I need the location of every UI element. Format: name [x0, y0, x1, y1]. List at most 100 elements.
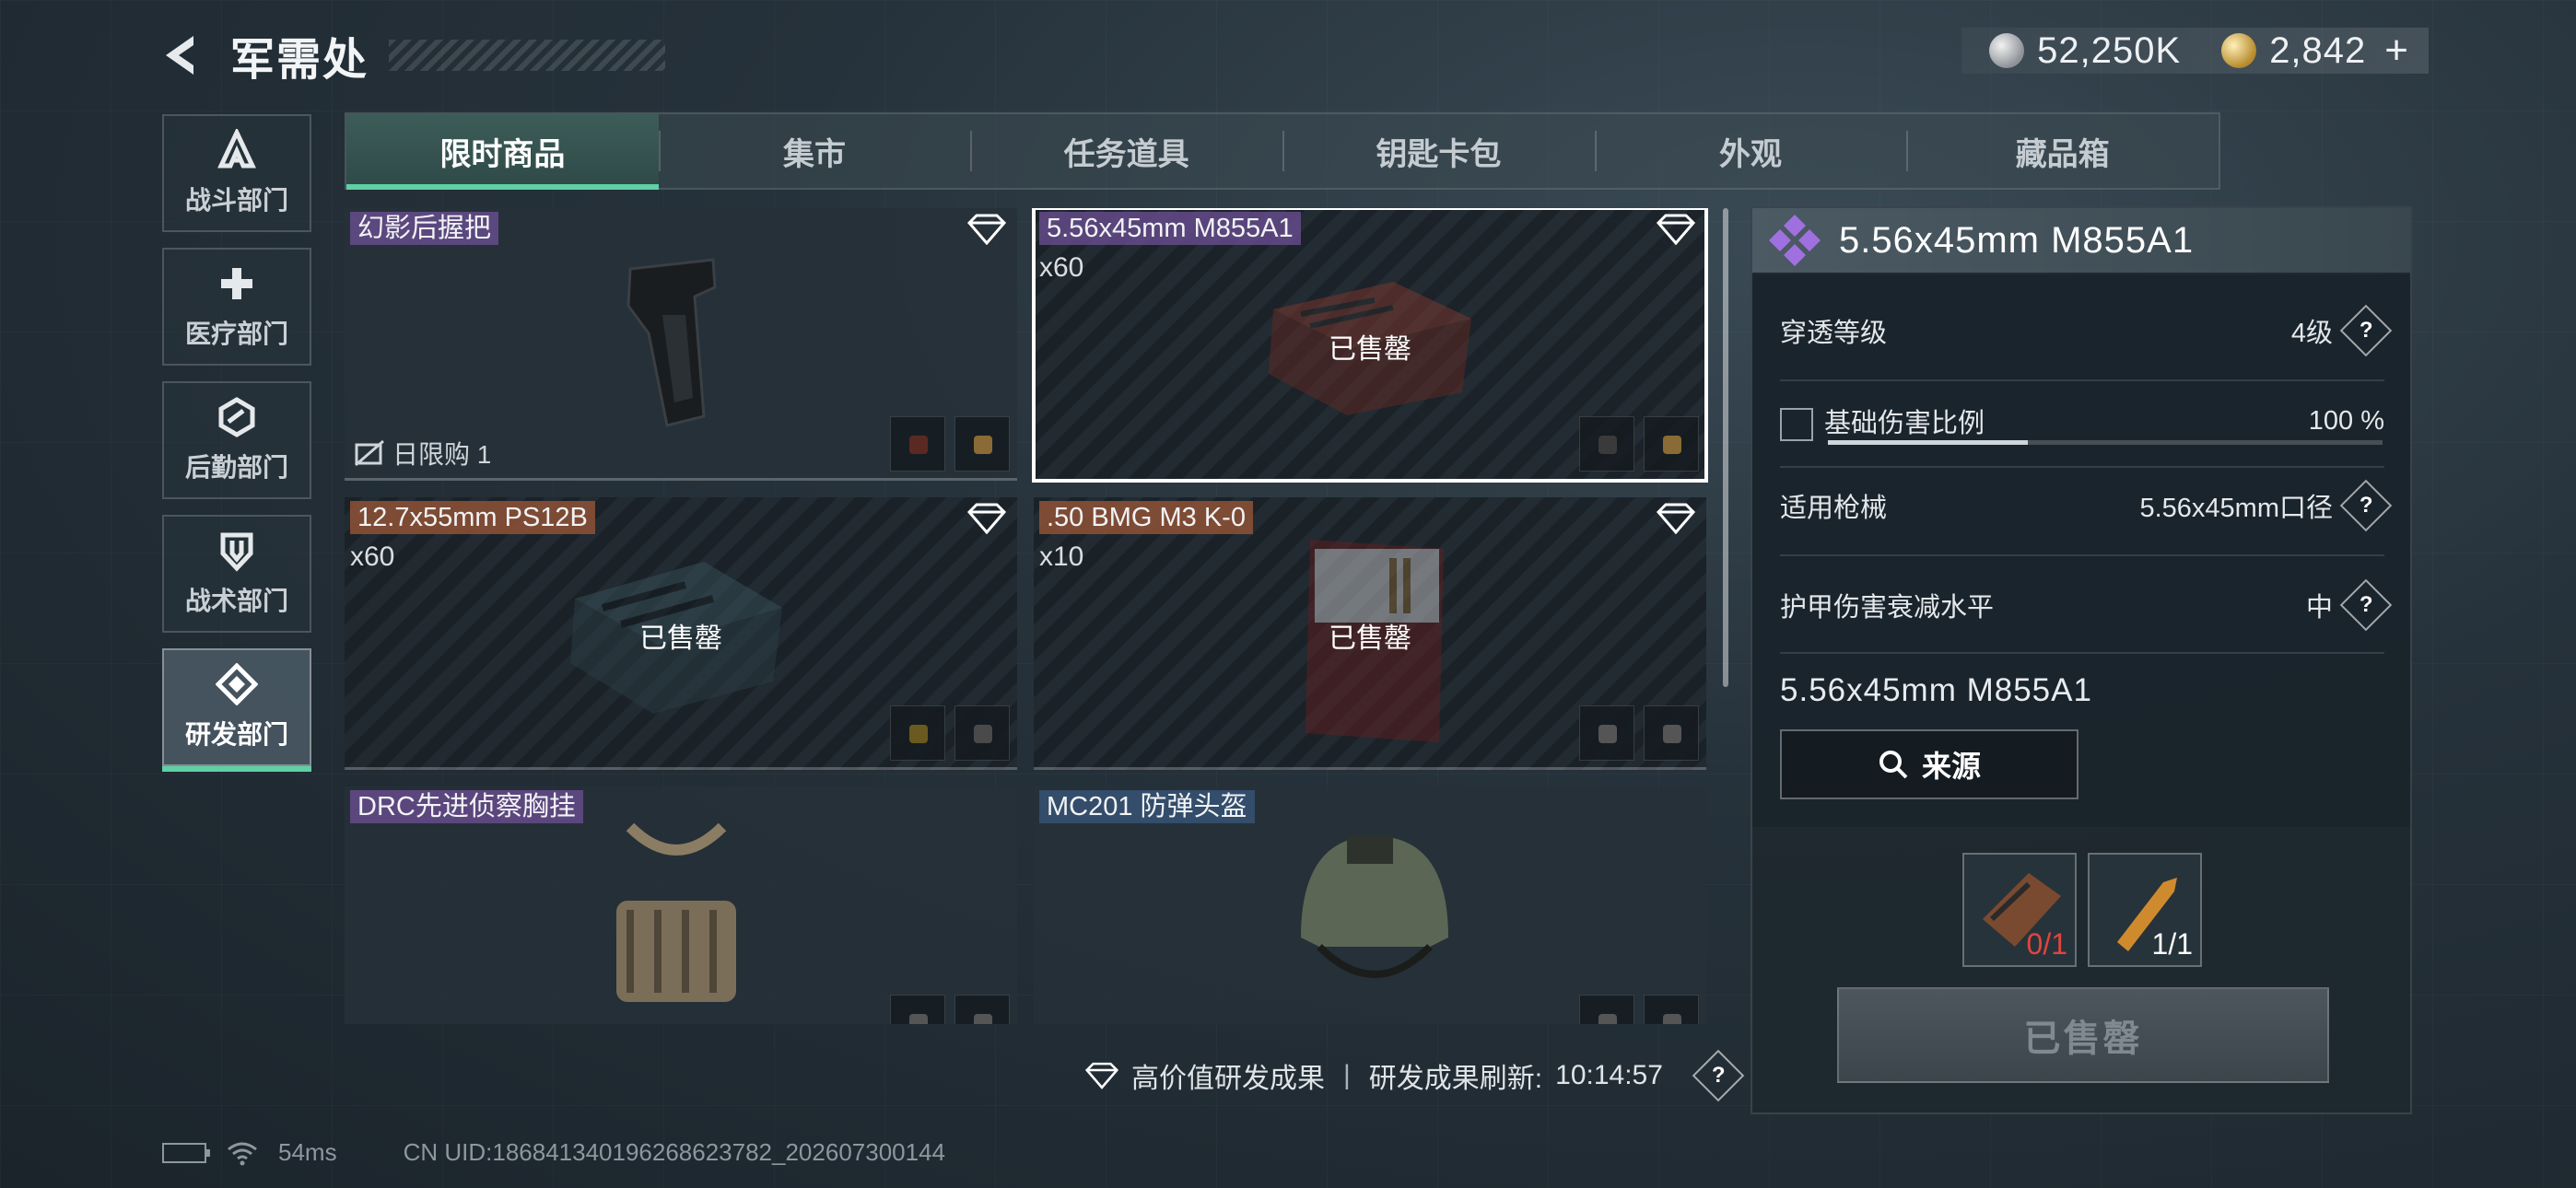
sidebar-item-combat[interactable]: 战斗部门: [162, 114, 311, 232]
stat-label: 护甲伤害衰减水平: [1780, 593, 1995, 623]
source-label: 来源: [1921, 750, 1981, 783]
related-item-slot[interactable]: [1579, 705, 1634, 761]
item-quantity: x60: [1039, 252, 1084, 283]
purchase-button-sold-out[interactable]: 已售罄: [1837, 987, 2329, 1083]
separator: |: [1343, 1060, 1351, 1090]
related-item-slot[interactable]: [1579, 995, 1634, 1024]
stat-value: 4级: [2290, 319, 2333, 348]
item-name: 幻影后握把: [350, 212, 499, 245]
stat-penetration: 穿透等级 4级 ?: [1780, 304, 2393, 357]
stat-weapon: 适用枪械 5.56x45mm口径 ?: [1780, 479, 2393, 532]
high-value-gem-icon: [1657, 214, 1695, 245]
helmet-image: [1301, 836, 1448, 978]
stat-armor: 护甲伤害衰减水平 中 ?: [1780, 578, 2393, 632]
sidebar-item-research[interactable]: 研发部门: [162, 648, 311, 772]
wifi-icon: [228, 1142, 257, 1165]
high-value-label: 高价值研发成果: [1131, 1064, 1325, 1094]
card-divider: [1034, 767, 1706, 770]
sold-out-label: 已售罄: [1329, 334, 1411, 365]
item-card-chest-rig[interactable]: DRC先进侦察胸挂: [345, 786, 1017, 1024]
purchase-limit: 日限购 1: [354, 435, 491, 472]
logistics-icon: [218, 397, 255, 437]
item-card-helmet[interactable]: MC201 防弹头盔: [1034, 786, 1706, 1024]
research-icon: [216, 663, 258, 705]
card-divider: [345, 478, 1017, 481]
tab-mission-items[interactable]: 任务道具: [970, 114, 1282, 188]
research-refresh-info: 高价值研发成果 | 研发成果刷新: 10:14:57 ?: [1085, 1049, 1745, 1102]
currency-bar: 52,250K 2,842 +: [1961, 28, 2429, 74]
damage-bar: [1828, 440, 2383, 445]
related-item-slot[interactable]: [954, 705, 1010, 761]
high-value-gem-icon: [967, 503, 1006, 534]
related-item-slot[interactable]: [954, 995, 1010, 1024]
help-button[interactable]: ?: [2339, 578, 2393, 632]
tab-keycards[interactable]: 钥匙卡包: [1282, 114, 1595, 188]
back-arrow-icon[interactable]: [157, 30, 206, 80]
related-item-slot[interactable]: [890, 416, 945, 472]
damage-bar-fill: [1828, 440, 2028, 445]
required-count: 0/1: [2026, 927, 2067, 961]
detail-item-name: 5.56x45mm M855A1: [1839, 219, 2195, 261]
required-item-slot[interactable]: 1/1: [2088, 853, 2202, 967]
sold-out-label: 已售罄: [1329, 623, 1411, 654]
refresh-label: 研发成果刷新:: [1368, 1064, 1543, 1094]
title-decoration: [389, 40, 666, 71]
grid-scrollbar[interactable]: [1723, 208, 1728, 687]
row-divider: [1780, 379, 2384, 381]
limit-icon: [355, 439, 384, 467]
related-item-slot[interactable]: [1644, 416, 1699, 472]
tab-collection-box[interactable]: 藏品箱: [1906, 114, 2219, 188]
source-button[interactable]: 来源: [1780, 729, 2078, 799]
row-divider: [1780, 466, 2384, 468]
sidebar-item-tactical[interactable]: 战术部门: [162, 515, 311, 633]
stat-label: 适用枪械: [1780, 494, 1888, 523]
item-card-m855a1[interactable]: 5.56x45mm M855A1 x60 已售罄: [1032, 208, 1708, 483]
tactical-shield-icon: [220, 532, 253, 572]
battery-icon: [162, 1142, 210, 1163]
sidebar-item-label: 后勤部门: [184, 453, 288, 482]
required-item-slot[interactable]: 0/1: [1962, 853, 2077, 967]
tab-market[interactable]: 集市: [658, 114, 971, 188]
related-item-slot[interactable]: [890, 995, 945, 1024]
related-item-slot[interactable]: [1644, 705, 1699, 761]
uid-text: CN UID:1868413401962686237​82_2026073001…: [403, 1138, 945, 1166]
row-divider: [1780, 554, 2384, 556]
add-currency-button[interactable]: +: [2384, 28, 2408, 74]
row-divider: [1780, 652, 2384, 654]
stat-value: 5.56x45mm口径: [2139, 494, 2333, 523]
sidebar-item-medical[interactable]: 医疗部门: [162, 248, 311, 366]
sidebar-item-logistics[interactable]: 后勤部门: [162, 381, 311, 499]
help-button[interactable]: ?: [1692, 1049, 1745, 1102]
sidebar-item-label: 战术部门: [184, 587, 288, 615]
item-name: 5.56x45mm M855A1: [1039, 212, 1301, 245]
detail-header: 5.56x45mm M855A1: [1752, 208, 2410, 273]
detail-stats: 穿透等级 4级 ? 基础伤害比例 100 % 适用枪械 5.56x45mm口径 …: [1752, 274, 2410, 827]
related-item-slot[interactable]: [954, 416, 1010, 472]
item-card-50bmg[interactable]: .50 BMG M3 K-0 x10 已售罄: [1034, 497, 1706, 770]
item-card-grip[interactable]: 幻影后握把 日限购 1: [345, 208, 1017, 481]
item-card-ps12b[interactable]: 12.7x55mm PS12B x60 已售罄: [345, 497, 1017, 770]
tab-appearance[interactable]: 外观: [1594, 114, 1907, 188]
related-item-slot[interactable]: [1644, 995, 1699, 1024]
high-value-gem-icon: [1085, 1062, 1118, 1089]
stat-value: 中: [2305, 593, 2333, 623]
help-button[interactable]: ?: [2339, 479, 2393, 532]
high-value-gem-icon: [1657, 503, 1695, 534]
status-bar: 54ms CN UID:1868413401962686237​82_20260…: [162, 1138, 945, 1167]
stat-value: 100 %: [2308, 406, 2384, 437]
ping-text: 54ms: [278, 1138, 337, 1166]
page-header: 军需处: [157, 20, 666, 90]
rarity-diamond-icon: [1769, 215, 1821, 266]
combat-icon: [217, 129, 256, 169]
search-icon: [1879, 751, 1908, 779]
tab-limited[interactable]: 限时商品: [346, 114, 659, 190]
item-detail-panel: 5.56x45mm M855A1 穿透等级 4级 ? 基础伤害比例 100 % …: [1751, 206, 2412, 1114]
shop-tabs: 限时商品 集市 任务道具 钥匙卡包 外观 藏品箱: [345, 112, 2220, 190]
related-item-slot[interactable]: [1579, 416, 1634, 472]
required-count: 1/1: [2151, 927, 2193, 961]
help-button[interactable]: ?: [2339, 304, 2393, 357]
stat-label: 穿透等级: [1780, 319, 1888, 348]
item-name: DRC先进侦察胸挂: [350, 790, 583, 823]
related-item-slot[interactable]: [890, 705, 945, 761]
card-divider: [345, 767, 1017, 770]
